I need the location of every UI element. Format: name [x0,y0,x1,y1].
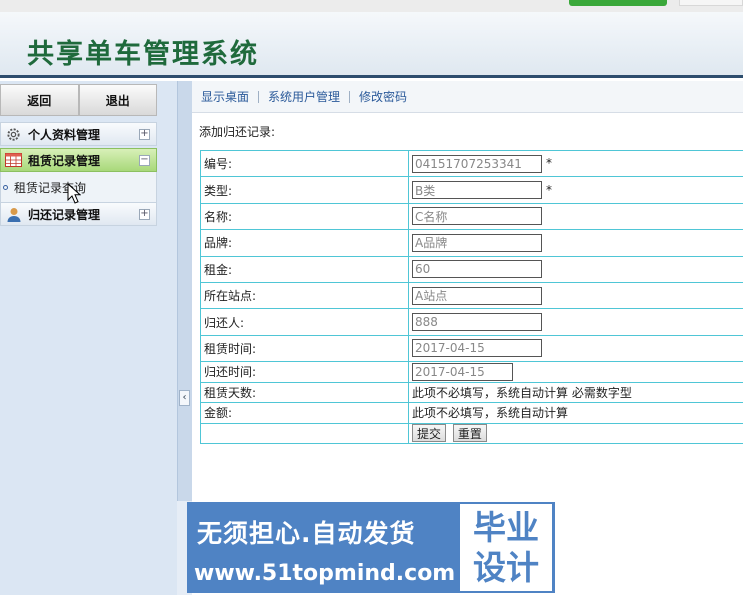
app-header: 共享单车管理系统 [0,12,743,78]
watermark-badge-line2: 设计 [473,548,539,587]
rental-days-note: 此项不必填写，系统自动计算 必需数字型 [408,381,743,404]
top-strip [0,0,743,12]
station-input[interactable] [412,286,542,305]
nav-divider [258,90,260,103]
required-mark: * [546,182,552,197]
field-label: 租金: [200,255,409,283]
sidebar-splitter[interactable]: ‹ [177,81,192,501]
form-actions-row: 提交 重置 [200,422,743,445]
return-time-input[interactable] [412,362,513,381]
top-nav: 显示桌面 系统用户管理 修改密码 [192,81,743,113]
watermark-badge: 毕业 设计 [460,504,552,591]
bullet-icon [3,185,8,190]
field-label: 类型: [200,176,409,204]
form-row: 租赁时间: [200,334,743,363]
menu-item-label: 归还记录管理 [28,207,101,222]
menu-item-return[interactable]: 归还记录管理 + [0,202,157,226]
menu-item-rental[interactable]: 租赁记录管理 − [0,148,157,172]
logout-button[interactable]: 退出 [78,84,157,116]
form-row: 名称: [200,202,743,231]
green-button-edge[interactable] [569,0,667,6]
table-icon [5,153,22,168]
name-input[interactable] [412,207,542,226]
type-input[interactable] [412,181,542,200]
id-input[interactable] [412,154,542,173]
form-row: 所在站点: [200,281,743,310]
form-row: 编号: * [200,149,743,178]
nav-user-management[interactable]: 系统用户管理 [268,88,340,105]
back-button[interactable]: 返回 [0,84,79,116]
form-row: 类型: * [200,176,743,204]
field-label: 租赁天数: [200,381,409,404]
form-row: 归还时间: [200,361,743,383]
amount-note: 此项不必填写，系统自动计算 [408,402,743,424]
submit-button[interactable]: 提交 [412,424,447,443]
menu-item-label: 租赁记录管理 [28,153,101,168]
form-row: 租金: [200,255,743,283]
field-label: 归还时间: [200,361,409,383]
reset-button[interactable]: 重置 [452,424,487,443]
app-title: 共享单车管理系统 [27,39,259,70]
field-label: 租赁时间: [200,334,409,363]
expand-icon[interactable]: + [139,129,150,140]
menu-item-profile[interactable]: 个人资料管理 + [0,122,157,146]
user-icon [5,207,22,222]
form-row: 租赁天数: 此项不必填写，系统自动计算 必需数字型 [200,381,743,404]
field-label: 金额: [200,402,409,424]
form-row: 品牌: [200,229,743,257]
return-record-form: 编号: * 类型: * 名称: 品牌: 租金: 所在站点: 归还人: 租赁时间:… [200,149,743,445]
watermark-url: www.51topmind.com [194,561,456,586]
form-row: 金额: 此项不必填写，系统自动计算 [200,402,743,424]
watermark-slogan: 无须担心.自动发货 [197,519,416,548]
page-title: 添加归还记录: [199,125,276,139]
sidebar-buttons: 返回 退出 [0,84,157,116]
watermark-badge-line1: 毕业 [473,508,539,547]
field-label: 所在站点: [200,281,409,310]
collapse-icon[interactable]: − [139,155,150,166]
required-mark: * [546,156,552,171]
rental-time-input[interactable] [412,339,542,358]
nav-divider [349,90,351,103]
field-label: 名称: [200,202,409,231]
menu-item-label: 个人资料管理 [28,127,101,142]
brand-input[interactable] [412,233,542,252]
rent-input[interactable] [412,260,542,279]
white-button-edge[interactable] [679,0,743,6]
collapse-sidebar-icon[interactable]: ‹ [179,390,190,406]
form-row: 归还人: [200,308,743,336]
field-label: 归还人: [200,308,409,336]
returner-input[interactable] [412,313,542,332]
nav-change-password[interactable]: 修改密码 [359,88,407,105]
expand-icon[interactable]: + [139,209,150,220]
nav-show-desktop[interactable]: 显示桌面 [201,88,249,105]
mouse-cursor-icon [67,183,81,204]
sidebar-menu: 个人资料管理 + 租赁记录管理 − 租赁记录查询 归还记录管理 + [0,122,157,226]
sidebar: 返回 退出 个人资料管理 + 租赁记录管理 − 租赁记录查询 归还记录管理 + [0,81,177,595]
watermark-banner: 无须担心.自动发货 www.51topmind.com 毕业 设计 [187,502,555,593]
gear-icon [5,127,22,142]
field-label: 品牌: [200,229,409,257]
field-label: 编号: [200,149,409,178]
